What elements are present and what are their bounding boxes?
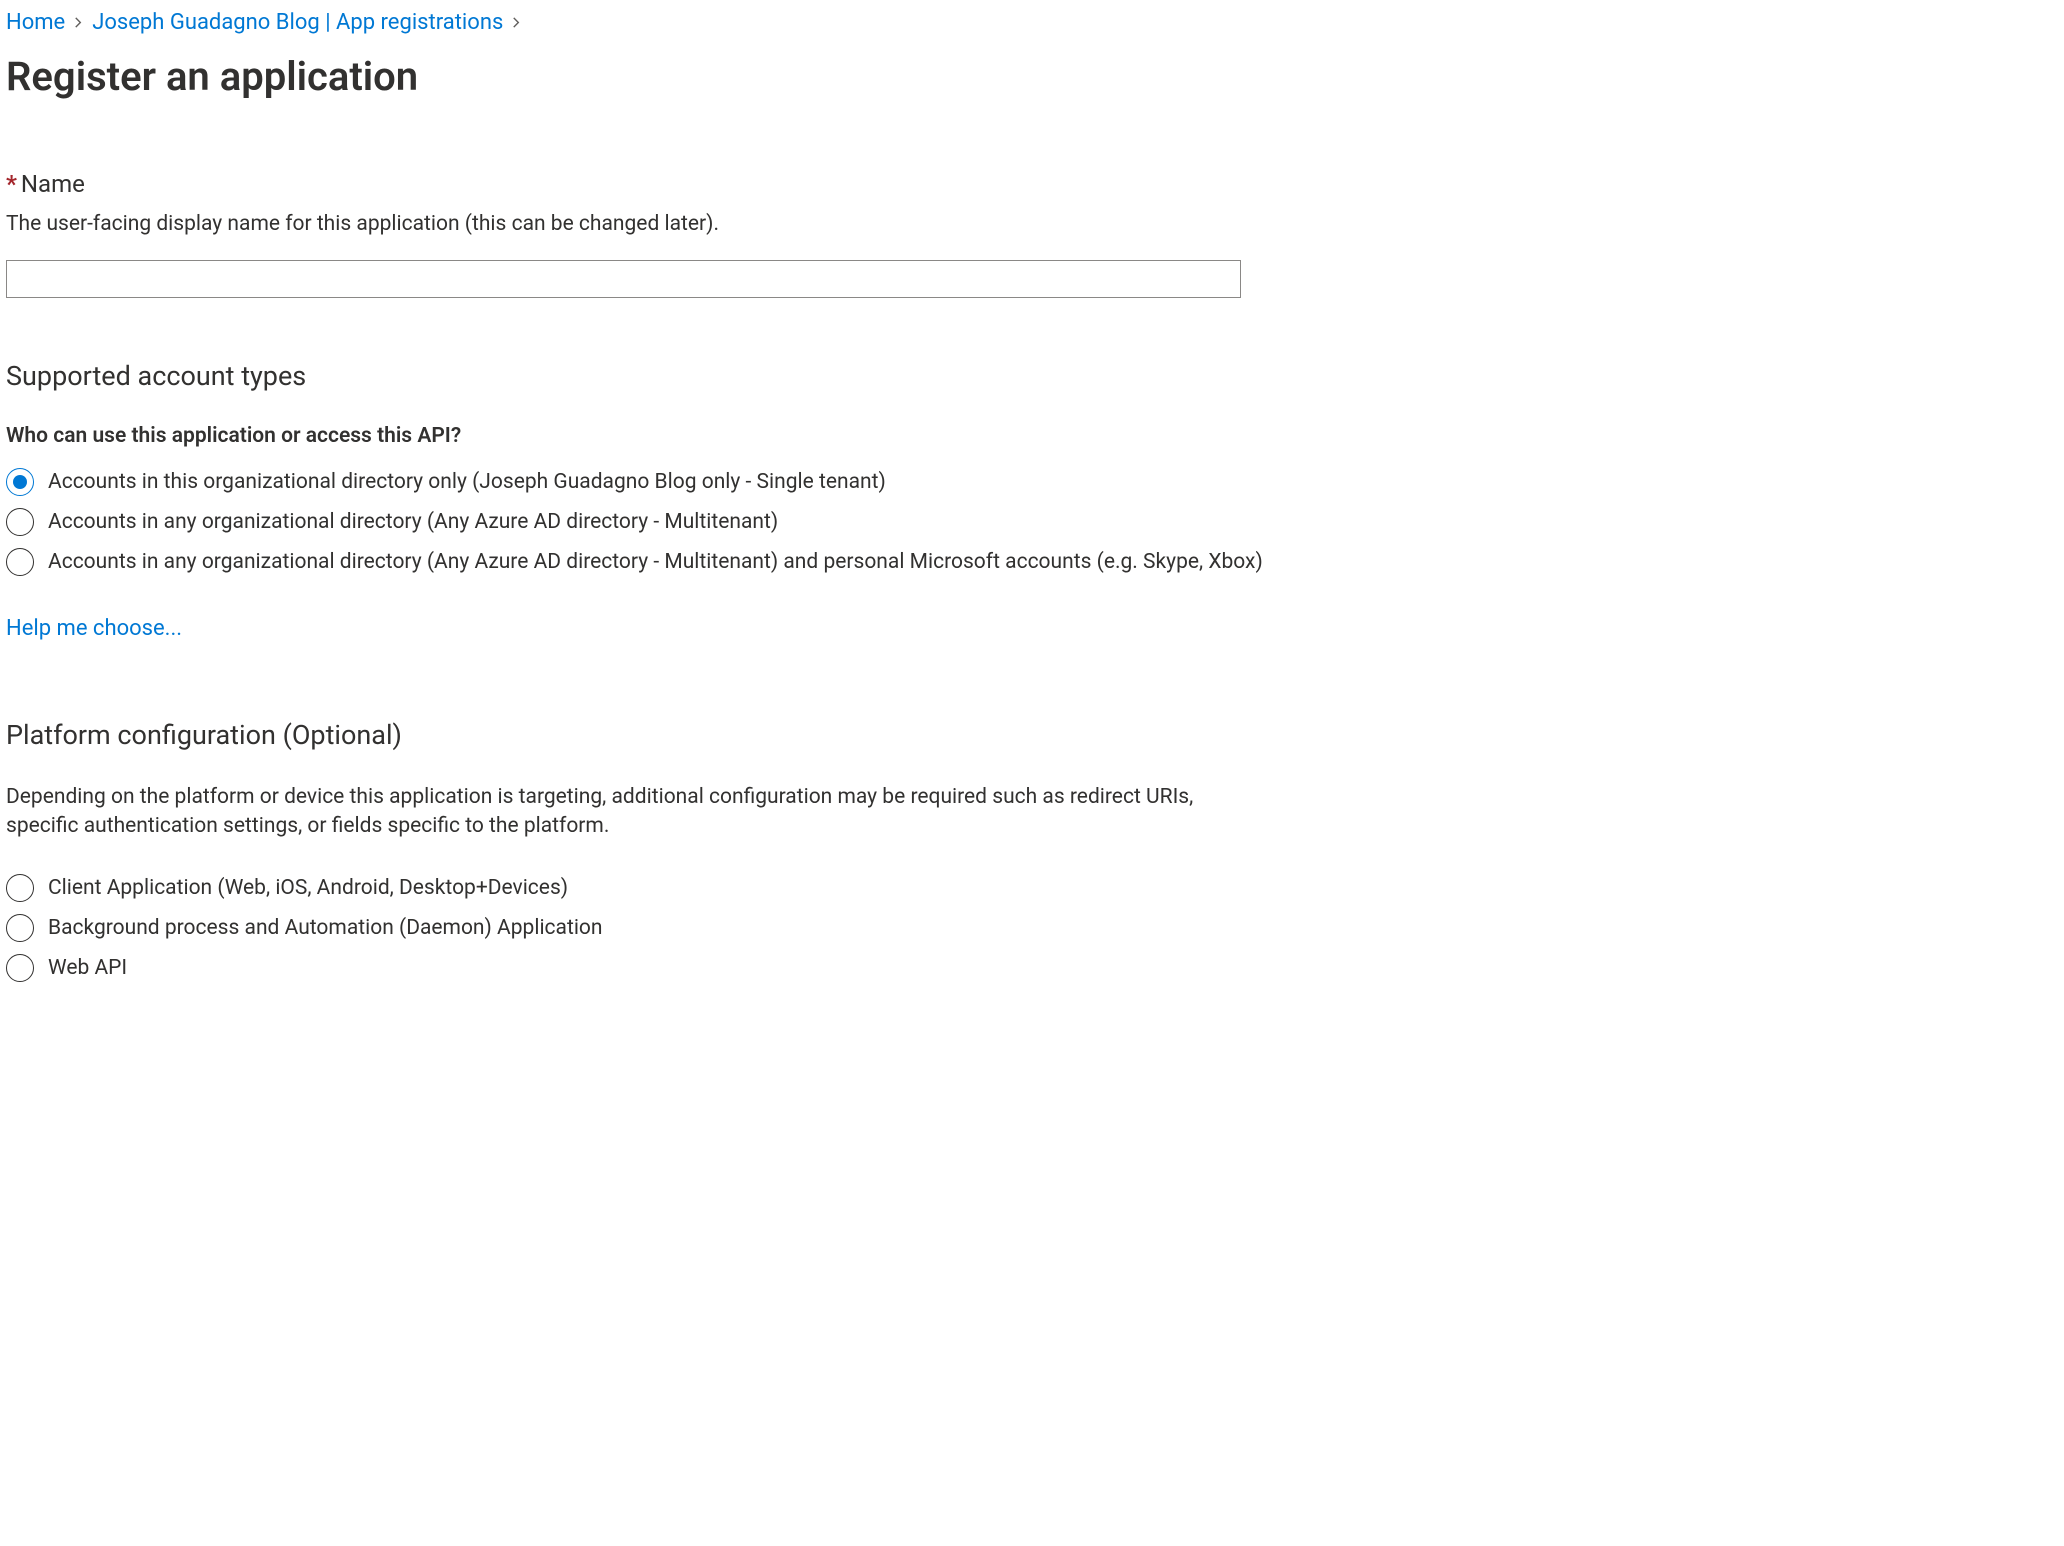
- account-types-question: Who can use this application or access t…: [6, 424, 2058, 448]
- breadcrumb-link-app-registrations[interactable]: Joseph Guadagno Blog | App registrations: [92, 10, 503, 35]
- account-types-radio-group: Accounts in this organizational director…: [6, 468, 2058, 576]
- radio-icon: [6, 874, 34, 902]
- radio-web-api[interactable]: Web API: [6, 954, 2058, 982]
- platform-configuration-section: Platform configuration (Optional) Depend…: [6, 719, 2058, 982]
- name-label-text: Name: [21, 170, 85, 198]
- platform-heading: Platform configuration (Optional): [6, 719, 2058, 751]
- radio-client-application[interactable]: Client Application (Web, iOS, Android, D…: [6, 874, 2058, 902]
- radio-icon: [6, 468, 34, 496]
- radio-label: Web API: [48, 956, 127, 980]
- platform-radio-group: Client Application (Web, iOS, Android, D…: [6, 874, 2058, 982]
- radio-multitenant[interactable]: Accounts in any organizational directory…: [6, 508, 2058, 536]
- supported-account-types-section: Supported account types Who can use this…: [6, 360, 2058, 641]
- name-input[interactable]: [6, 260, 1241, 298]
- chevron-right-icon: [511, 12, 522, 33]
- help-me-choose-link[interactable]: Help me choose...: [6, 616, 182, 641]
- platform-description: Depending on the platform or device this…: [6, 783, 1246, 842]
- radio-label: Client Application (Web, iOS, Android, D…: [48, 876, 568, 900]
- account-types-heading: Supported account types: [6, 360, 2058, 392]
- name-field-label: * Name: [6, 170, 2058, 198]
- required-star-icon: *: [6, 170, 17, 198]
- radio-multitenant-personal[interactable]: Accounts in any organizational directory…: [6, 548, 2058, 576]
- radio-label: Background process and Automation (Daemo…: [48, 916, 603, 940]
- page-title: Register an application: [6, 53, 2058, 100]
- radio-label: Accounts in any organizational directory…: [48, 510, 778, 534]
- radio-label: Accounts in this organizational director…: [48, 470, 886, 494]
- radio-icon: [6, 548, 34, 576]
- radio-background-process[interactable]: Background process and Automation (Daemo…: [6, 914, 2058, 942]
- radio-icon: [6, 954, 34, 982]
- radio-icon: [6, 508, 34, 536]
- radio-label: Accounts in any organizational directory…: [48, 550, 1263, 574]
- name-field-description: The user-facing display name for this ap…: [6, 212, 2058, 236]
- radio-icon: [6, 914, 34, 942]
- breadcrumb-link-home[interactable]: Home: [6, 10, 65, 35]
- breadcrumb: Home Joseph Guadagno Blog | App registra…: [6, 10, 2058, 35]
- name-field-group: * Name The user-facing display name for …: [6, 170, 2058, 298]
- radio-single-tenant[interactable]: Accounts in this organizational director…: [6, 468, 2058, 496]
- chevron-right-icon: [73, 12, 84, 33]
